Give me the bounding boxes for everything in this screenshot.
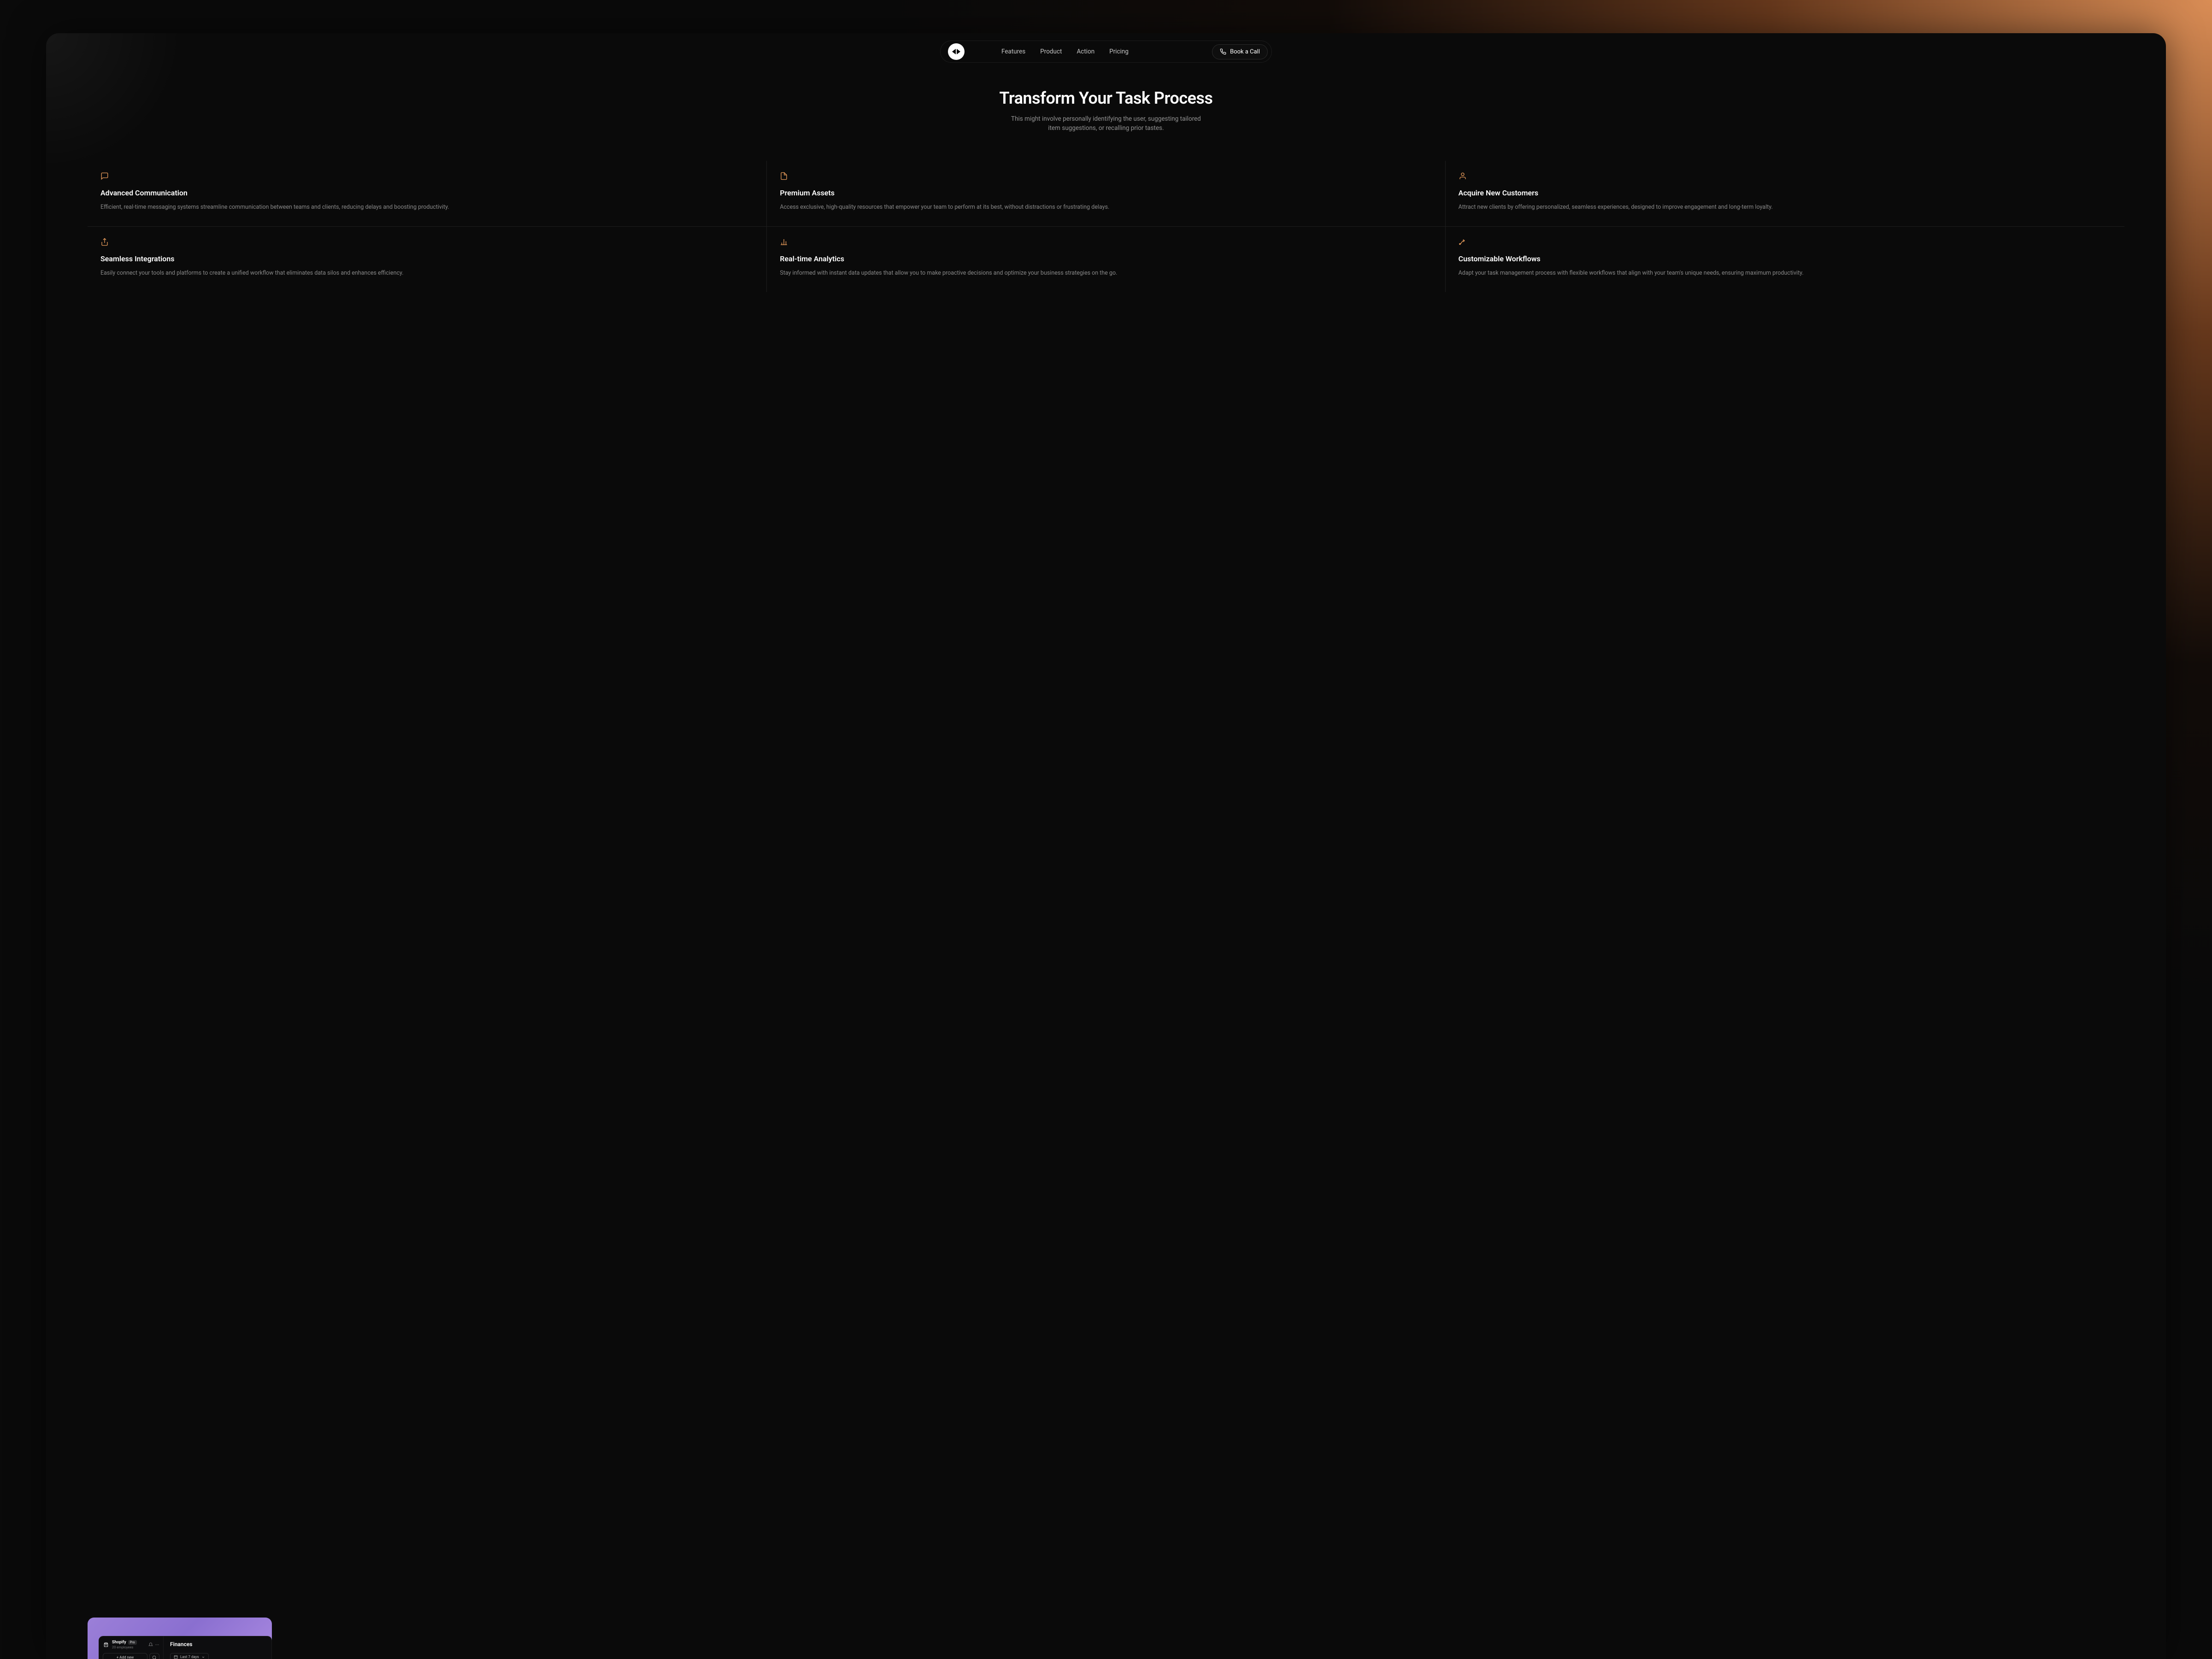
add-new-button[interactable]: + Add new [103, 1653, 147, 1659]
feature-title: Advanced Communication [100, 188, 753, 197]
phone-icon [1220, 48, 1226, 55]
top-nav: Features Product Action Pricing Book a C… [940, 41, 1272, 63]
feature-grid: Advanced Communication Efficient, real-t… [88, 161, 2124, 293]
feature-integrations: Seamless Integrations Easily connect you… [88, 227, 766, 292]
document-icon [780, 172, 788, 180]
feature-desc: Easily connect your tools and platforms … [100, 269, 753, 277]
chat-icon [100, 172, 109, 180]
company-name: Shopify [112, 1640, 126, 1645]
nav-link-product[interactable]: Product [1040, 48, 1062, 55]
preview-app: Shopify Pro 20 employees + Add new [99, 1636, 272, 1659]
hero: Transform Your Task Process This might i… [46, 88, 2166, 133]
nav-link-features[interactable]: Features [1001, 48, 1025, 55]
feature-analytics: Real-time Analytics Stay informed with i… [766, 227, 1445, 292]
hero-title: Transform Your Task Process [65, 88, 2147, 108]
hero-subtitle: This might involve personally identifyin… [1005, 114, 1207, 133]
shopify-bag-icon [103, 1641, 109, 1648]
chart-icon [780, 238, 788, 246]
dashboard-preview: Shopify Pro 20 employees + Add new [88, 1618, 272, 1659]
share-icon [100, 238, 109, 246]
feature-title: Premium Assets [780, 188, 1432, 197]
feature-communication: Advanced Communication Efficient, real-t… [88, 161, 766, 227]
feature-desc: Stay informed with instant data updates … [780, 269, 1432, 277]
nav-link-action[interactable]: Action [1077, 48, 1094, 55]
feature-desc: Adapt your task management process with … [1459, 269, 2112, 277]
feature-desc: Efficient, real-time messaging systems s… [100, 203, 753, 212]
feature-workflows: Customizable Workflows Adapt your task m… [1446, 227, 2124, 292]
cta-label: Book a Call [1230, 48, 1260, 55]
chevron-down-icon [201, 1655, 205, 1659]
feature-title: Seamless Integrations [100, 254, 753, 263]
logo-triangle-right-icon [957, 49, 960, 54]
logo-triangle-left-icon [952, 49, 956, 54]
trend-icon [1459, 238, 1467, 246]
feature-title: Customizable Workflows [1459, 254, 2112, 263]
user-icon [1459, 172, 1467, 180]
filter-label: Last 7 days [180, 1655, 199, 1659]
feature-assets: Premium Assets Access exclusive, high-qu… [766, 161, 1445, 227]
employee-count: 20 employees [112, 1645, 146, 1649]
nav-link-pricing[interactable]: Pricing [1109, 48, 1129, 55]
calendar-icon [174, 1655, 178, 1659]
preview-main: Finances Last 7 days [164, 1636, 271, 1659]
pro-badge: Pro [128, 1640, 137, 1645]
feature-customers: Acquire New Customers Attract new client… [1446, 161, 2124, 227]
search-icon [152, 1655, 157, 1659]
nav-links: Features Product Action Pricing [1001, 48, 1129, 55]
bell-icon[interactable] [148, 1642, 153, 1647]
more-icon[interactable] [155, 1642, 159, 1647]
preview-sidebar: Shopify Pro 20 employees + Add new [99, 1636, 164, 1659]
book-call-button[interactable]: Book a Call [1212, 44, 1268, 59]
brand-logo[interactable] [948, 43, 965, 60]
feature-desc: Attract new clients by offering personal… [1459, 203, 2112, 212]
date-filter[interactable]: Last 7 days [170, 1653, 209, 1659]
app-window: Features Product Action Pricing Book a C… [46, 33, 2166, 1659]
search-button[interactable] [149, 1653, 159, 1659]
feature-title: Acquire New Customers [1459, 188, 2112, 197]
feature-desc: Access exclusive, high-quality resources… [780, 203, 1432, 212]
section-title: Finances [170, 1641, 265, 1647]
feature-title: Real-time Analytics [780, 254, 1432, 263]
